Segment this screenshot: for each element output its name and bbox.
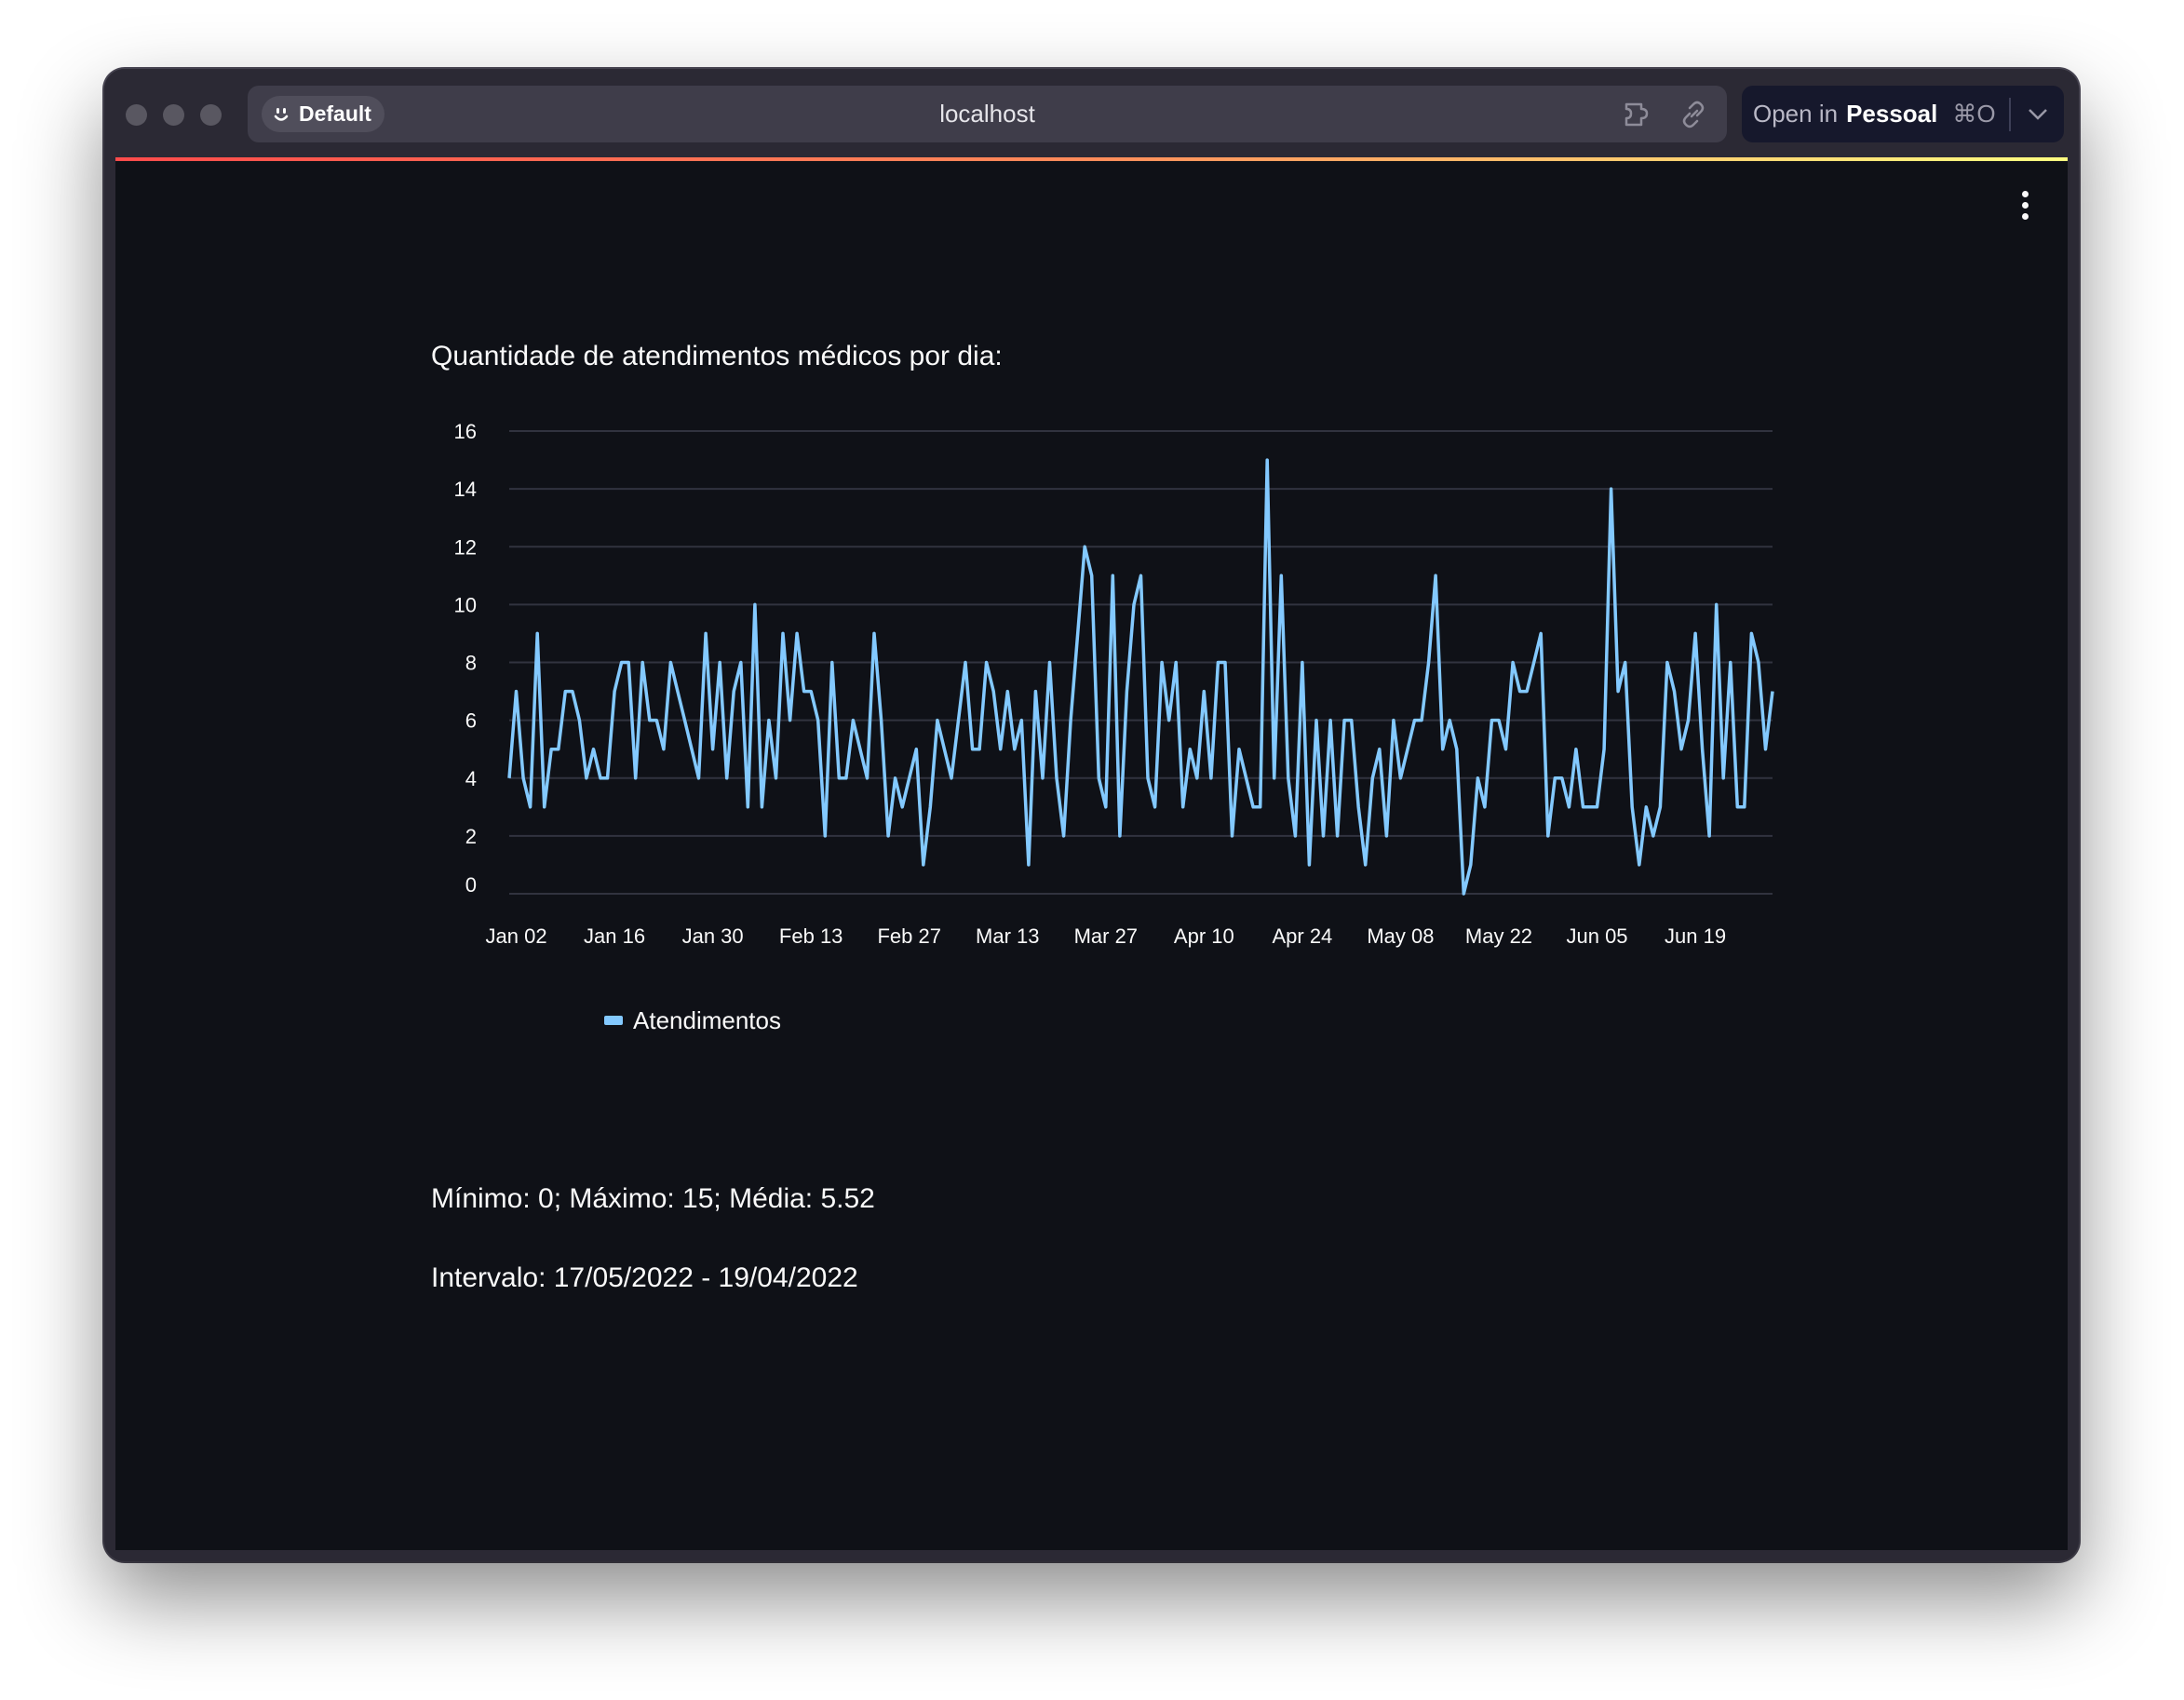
y-tick-label: 14 — [454, 478, 477, 501]
x-tick-label: May 22 — [1465, 924, 1532, 948]
x-tick-label: Apr 24 — [1272, 924, 1332, 948]
y-tick-label: 16 — [454, 420, 477, 443]
x-tick-label: Feb 13 — [779, 924, 843, 948]
x-tick-label: Apr 10 — [1174, 924, 1234, 948]
open-in-prefix: Open in — [1753, 100, 1839, 128]
x-tick-label: Jan 30 — [682, 924, 744, 948]
y-tick-label: 10 — [454, 593, 477, 616]
url-text: localhost — [939, 100, 1035, 128]
y-tick-label: 6 — [465, 709, 477, 733]
legend-swatch — [604, 1016, 623, 1025]
line-chart[interactable]: 0 2 4 6 8 10 12 14 16 Jan 02 Jan 16 Jan 30 Feb 13 Fe… — [115, 161, 2068, 1464]
date-interval: Intervalo: 17/05/2022 - 19/04/2022 — [431, 1262, 858, 1293]
x-tick-label: Jan 02 — [486, 924, 547, 948]
x-tick-label: Mar 13 — [976, 924, 1039, 948]
x-tick-label: May 08 — [1367, 924, 1434, 948]
y-tick-label: 8 — [465, 652, 477, 675]
x-tick-label: Mar 27 — [1074, 924, 1138, 948]
open-in-target: Pessoal — [1846, 100, 1938, 128]
link-icon[interactable] — [1678, 99, 1709, 130]
y-tick-label: 12 — [454, 535, 477, 559]
title-bar: Default localhost Open in Pessoal ⌘O — [104, 69, 2079, 157]
zoom-window-button[interactable] — [200, 104, 222, 126]
series-line — [507, 458, 1774, 896]
x-tick-label: Jun 19 — [1665, 924, 1726, 948]
y-tick-label: 4 — [465, 767, 477, 790]
stats-summary: Mínimo: 0; Máximo: 15; Média: 5.52 — [431, 1183, 875, 1214]
address-bar[interactable]: Default localhost — [248, 86, 1727, 142]
divider — [2008, 97, 2011, 131]
x-tick-label: Jun 05 — [1566, 924, 1627, 948]
legend-label: Atendimentos — [633, 1006, 781, 1034]
minimize-window-button[interactable] — [163, 104, 184, 126]
open-in-shortcut: ⌘O — [1952, 100, 1996, 128]
close-window-button[interactable] — [126, 104, 147, 126]
open-in-button[interactable]: Open in Pessoal ⌘O — [1742, 86, 2064, 142]
app-main: Quantidade de atendimentos médicos por d… — [115, 161, 2068, 1550]
x-tick-label: Jan 16 — [584, 924, 645, 948]
browser-window: Default localhost Open in Pessoal ⌘O Qua… — [104, 69, 2079, 1561]
y-tick-label: 2 — [465, 825, 477, 848]
y-tick-label: 0 — [465, 873, 477, 897]
x-tick-label: Feb 27 — [877, 924, 941, 948]
extension-icon[interactable] — [1623, 99, 1654, 130]
chevron-down-icon[interactable] — [2028, 108, 2048, 121]
